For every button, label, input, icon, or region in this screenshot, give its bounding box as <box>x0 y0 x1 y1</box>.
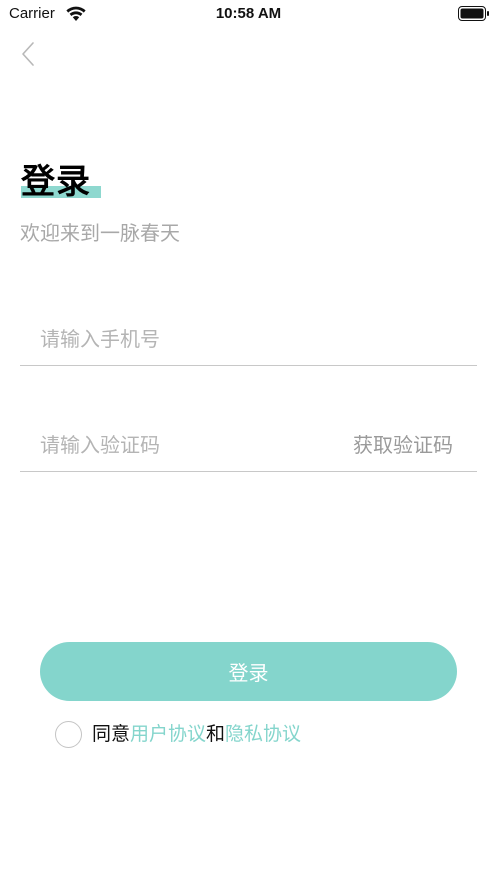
agree-prefix: 同意 <box>92 723 131 745</box>
login-button[interactable]: 登录 <box>40 642 457 701</box>
code-field-row: 获取验证码 <box>20 418 477 472</box>
battery-icon <box>458 6 489 21</box>
clock: 10:58 AM <box>215 5 282 22</box>
page-subtitle: 欢迎来到一脉春天 <box>20 221 180 245</box>
phone-input[interactable] <box>40 324 320 354</box>
agreement-row: 同意 用户协议 和 隐私协议 <box>55 719 301 749</box>
chevron-left-icon <box>22 42 34 66</box>
agree-checkbox[interactable] <box>55 720 82 748</box>
phone-field-row <box>20 312 477 366</box>
title-block: 登录 <box>21 160 101 204</box>
page-title: 登录 <box>21 162 91 202</box>
status-bar: Carrier 10:58 AM <box>0 0 497 28</box>
get-code-button[interactable]: 获取验证码 <box>353 431 453 459</box>
back-button[interactable] <box>14 38 42 70</box>
verification-code-input[interactable] <box>40 430 320 460</box>
user-agreement-link[interactable]: 用户协议 <box>130 720 206 748</box>
agree-conjunction: 和 <box>206 723 226 745</box>
privacy-agreement-link[interactable]: 隐私协议 <box>225 720 301 748</box>
